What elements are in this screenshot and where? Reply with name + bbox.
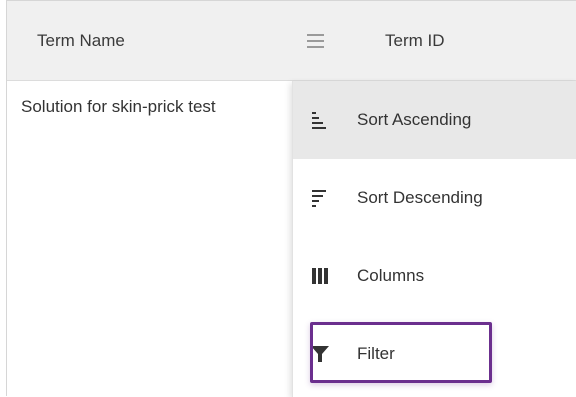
menu-item-columns[interactable]: Columns bbox=[293, 237, 576, 315]
column-menu: Sort Ascending Sort Descending Columns F… bbox=[292, 81, 576, 397]
grid-header: Term Name Term ID bbox=[7, 1, 576, 81]
data-grid: Term Name Term ID Solution for skin-pric… bbox=[6, 0, 576, 397]
column-menu-icon[interactable] bbox=[307, 34, 324, 48]
column-header-term-name[interactable]: Term Name bbox=[37, 1, 125, 81]
menu-item-label: Columns bbox=[357, 266, 425, 285]
sort-descending-icon bbox=[311, 189, 329, 207]
menu-item-sort-ascending[interactable]: Sort Ascending bbox=[293, 81, 576, 159]
hamburger-icon bbox=[307, 34, 324, 48]
menu-item-sort-descending[interactable]: Sort Descending bbox=[293, 159, 576, 237]
sort-ascending-icon bbox=[311, 111, 329, 129]
menu-item-label: Sort Ascending bbox=[357, 110, 472, 129]
columns-icon bbox=[311, 267, 329, 285]
menu-item-label: Filter bbox=[357, 344, 395, 363]
menu-item-label: Sort Descending bbox=[357, 188, 483, 207]
cell-term-name[interactable]: Solution for skin-prick test bbox=[21, 97, 216, 117]
menu-item-filter[interactable]: Filter bbox=[293, 315, 576, 393]
column-header-term-id[interactable]: Term ID bbox=[385, 1, 445, 81]
filter-icon bbox=[311, 345, 329, 363]
